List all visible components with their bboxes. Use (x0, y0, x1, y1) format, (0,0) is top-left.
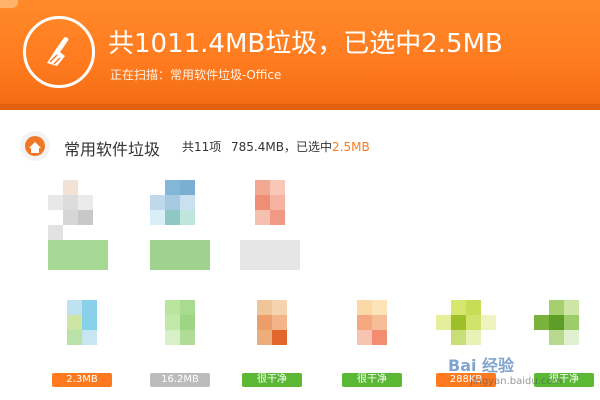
app-tile[interactable] (52, 300, 112, 362)
category-count: 共11项 (182, 140, 222, 154)
category-icon (20, 131, 50, 161)
item-status-badge[interactable]: 很干净 (242, 373, 302, 387)
app-tile[interactable] (240, 180, 300, 270)
baidu-jingyan-watermark: Bai 经验 (448, 356, 515, 375)
app-tile[interactable] (242, 300, 302, 362)
selected-label: 已选中 (296, 140, 333, 154)
header-corner-tab (0, 0, 18, 8)
item-size-badge[interactable]: 16.2MB (150, 373, 210, 387)
category-selected: 已选中2.5MB (296, 138, 370, 155)
scan-status: 正在扫描：常用软件垃圾-Office (110, 68, 282, 82)
watermark-url: jingyan.baidu.com (470, 376, 563, 387)
summary-title: 共1011.4MB垃圾，已选中2.5MB (108, 29, 503, 59)
item-status-badge[interactable]: 很干净 (342, 373, 402, 387)
scan-header: 共1011.4MB垃圾，已选中2.5MB 正在扫描：常用软件垃圾-Office (0, 0, 600, 110)
header-shadow (0, 104, 600, 110)
app-tile[interactable] (150, 300, 210, 362)
app-tile[interactable] (342, 300, 402, 362)
app-tile[interactable] (534, 300, 594, 362)
broom-icon (23, 16, 95, 88)
selected-value: 2.5MB (332, 140, 370, 154)
app-tile[interactable] (48, 180, 108, 270)
category-size: 785.4MB， (231, 140, 296, 154)
category-title[interactable]: 常用软件垃圾 (64, 136, 160, 160)
item-size-badge[interactable]: 2.3MB (52, 373, 112, 387)
app-tile[interactable] (150, 180, 210, 270)
